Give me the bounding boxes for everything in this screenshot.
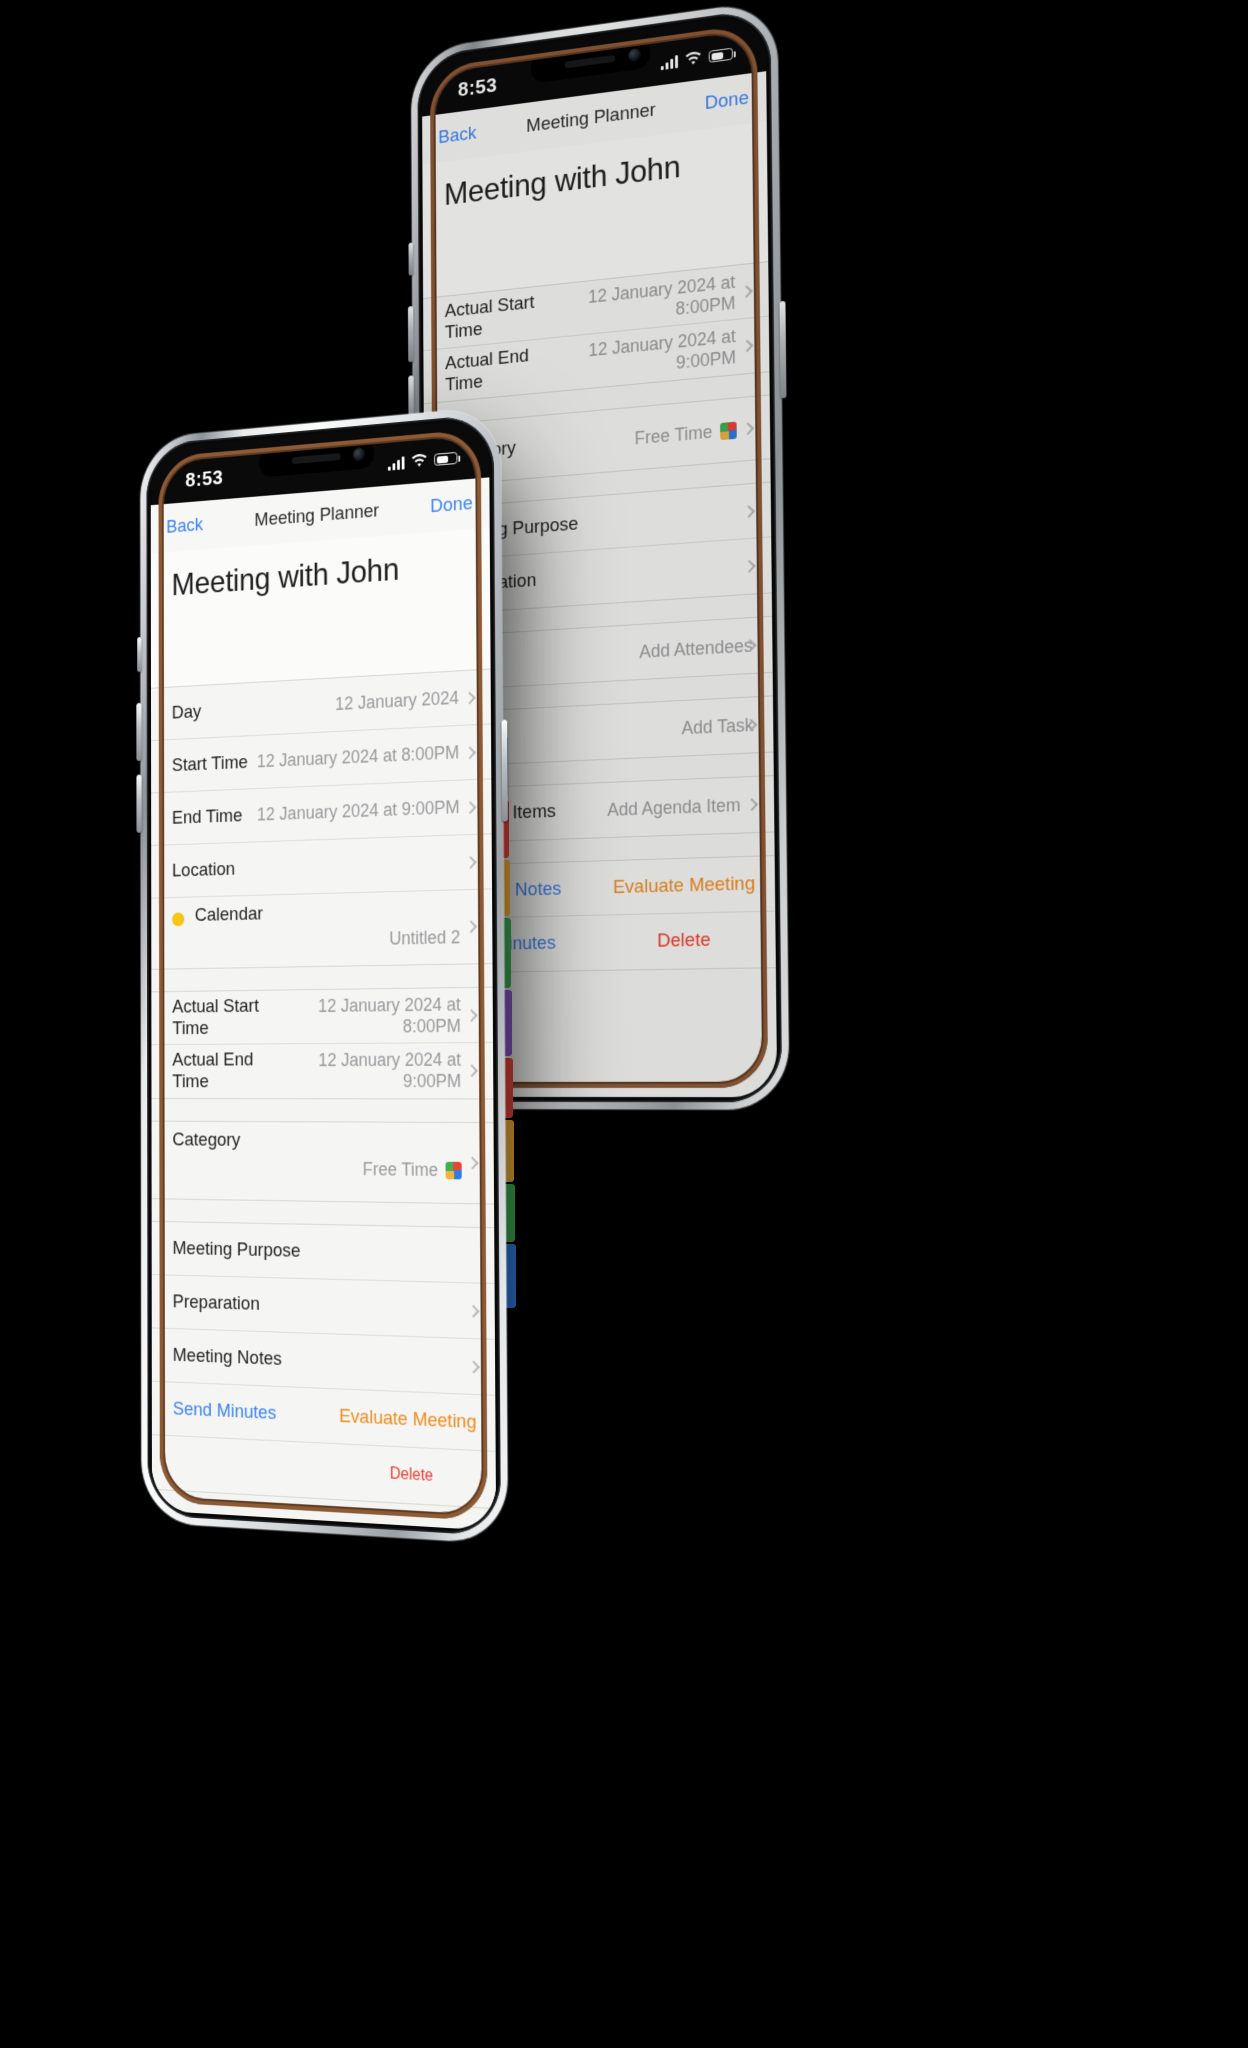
row-label: Preparation — [172, 1290, 260, 1315]
chevron-right-icon — [742, 504, 756, 518]
done-button[interactable]: Done — [430, 493, 473, 518]
front-camera-front — [353, 447, 366, 462]
delete-link[interactable]: Delete — [657, 929, 710, 952]
chevron-right-icon — [464, 800, 477, 814]
status-icons-front — [387, 451, 458, 471]
add-task-label: Add Task — [681, 714, 754, 738]
chevron-right-icon — [465, 1008, 478, 1022]
chevron-right-icon — [464, 855, 477, 869]
row-label: Actual Start Time — [444, 291, 535, 343]
notch-front — [258, 438, 375, 478]
row-value: 12 January 2024 at 9:00PM — [257, 796, 460, 825]
row-label: End Time — [171, 804, 243, 829]
row-label: Calendar — [194, 903, 264, 926]
back-button[interactable]: Back — [166, 514, 203, 538]
row-value: Free Time — [363, 1159, 475, 1182]
app-screen-front: Back Meeting Planner Done Meeting with J… — [150, 477, 497, 1531]
home-indicator-back[interactable] — [535, 1081, 662, 1087]
phone-front: 8:53 Back Meeting Planner Done Meeting w… — [136, 405, 508, 1545]
mute-switch-front[interactable] — [137, 637, 142, 673]
notch-back — [530, 38, 651, 84]
row-value: Free Time — [634, 418, 750, 449]
evaluate-meeting-link[interactable]: Evaluate Meeting — [339, 1405, 477, 1434]
row-label: Meeting Purpose — [172, 1237, 301, 1262]
chevron-right-icon — [465, 920, 478, 934]
row-label: Actual End Time — [172, 1049, 254, 1093]
add-agenda-item-label: Add Agenda Item — [607, 794, 741, 820]
row-label: Start Time — [171, 751, 248, 776]
row-label: Actual End Time — [445, 345, 529, 396]
send-minutes-link[interactable]: Send Minutes — [173, 1398, 276, 1425]
status-time-back: 8:53 — [457, 73, 498, 102]
wifi-icon — [411, 453, 427, 467]
row-label: Location — [172, 858, 236, 881]
back-button-back[interactable]: Back — [438, 123, 476, 149]
title-section: Meeting with John — [150, 527, 491, 688]
add-attendees-label: Add Attendees — [639, 634, 753, 662]
row-actual-end-time[interactable]: Actual End Time 12 January 2024 at 9:00P… — [151, 1042, 494, 1099]
chevron-right-icon — [463, 691, 476, 704]
volume-down-button-front[interactable] — [136, 774, 142, 833]
delete-link[interactable]: Delete — [390, 1465, 433, 1486]
evaluate-meeting-link[interactable]: Evaluate Meeting — [613, 873, 755, 899]
done-button-back[interactable]: Done — [705, 87, 749, 115]
row-actual-start-time[interactable]: Actual Start Time 12 January 2024 at 8:0… — [151, 987, 494, 1046]
chevron-right-icon — [465, 1064, 478, 1078]
chevron-right-icon — [467, 1304, 480, 1318]
volume-up-button-back[interactable] — [407, 305, 414, 363]
form-group-actual-times: Actual Start Time 12 January 2024 at 8:0… — [151, 986, 494, 1100]
form-group-purpose: Meeting Purpose Preparation Meeting Note… — [151, 1220, 497, 1510]
chevron-right-icon — [466, 1156, 479, 1170]
phone-screen-front: 8:53 Back Meeting Planner Done Meeting w… — [150, 418, 497, 1531]
cellular-bars-icon — [660, 54, 679, 70]
row-value: 12 January 2024 — [334, 687, 459, 715]
row-value: 12 January 2024 at 9:00PM — [318, 1049, 462, 1092]
earpiece-speaker-front — [291, 452, 341, 464]
category-color-icon — [445, 1161, 462, 1180]
battery-icon — [708, 47, 733, 63]
row-value-text: Free Time — [634, 421, 713, 448]
cellular-bars-icon — [387, 455, 405, 471]
row-meeting-purpose[interactable]: Meeting Purpose — [151, 1221, 495, 1285]
status-time-front: 8:53 — [185, 466, 224, 492]
row-location[interactable]: Location — [151, 834, 493, 899]
mockup-stage: 8:53 Back Meeting Planner Done Meeting w… — [0, 0, 1248, 2048]
battery-icon — [434, 451, 458, 466]
status-icons-back — [660, 47, 733, 71]
row-calendar[interactable]: Calendar Untitled 2 — [151, 889, 493, 969]
chevron-right-icon — [743, 559, 756, 573]
form-group-schedule: Day 12 January 2024 Start Time 12 Januar… — [150, 668, 493, 970]
row-category[interactable]: Category Free Time — [151, 1121, 495, 1204]
row-label: Actual Start Time — [172, 995, 259, 1039]
power-button-back[interactable] — [779, 300, 787, 399]
meeting-notes-link[interactable]: Meeting Notes — [173, 1344, 282, 1370]
form-group-category: Category Free Time — [151, 1120, 495, 1205]
front-camera-back — [628, 47, 641, 63]
row-value: 12 January 2024 at 8:00PM — [256, 742, 460, 772]
home-indicator[interactable] — [260, 1501, 381, 1514]
volume-up-button-front[interactable] — [136, 702, 142, 762]
calendar-color-dot-icon — [172, 912, 185, 927]
mute-switch-back[interactable] — [408, 242, 414, 276]
chevron-right-icon — [467, 1359, 480, 1374]
chevron-right-icon — [464, 745, 477, 759]
earpiece-speaker-back — [564, 54, 616, 68]
row-label: Day — [171, 700, 202, 724]
row-value-text: Free Time — [362, 1158, 439, 1181]
form-list[interactable]: Day 12 January 2024 Start Time 12 Januar… — [150, 668, 497, 1531]
wifi-icon — [685, 50, 701, 65]
row-label: Category — [172, 1129, 241, 1151]
category-color-icon — [720, 421, 737, 440]
